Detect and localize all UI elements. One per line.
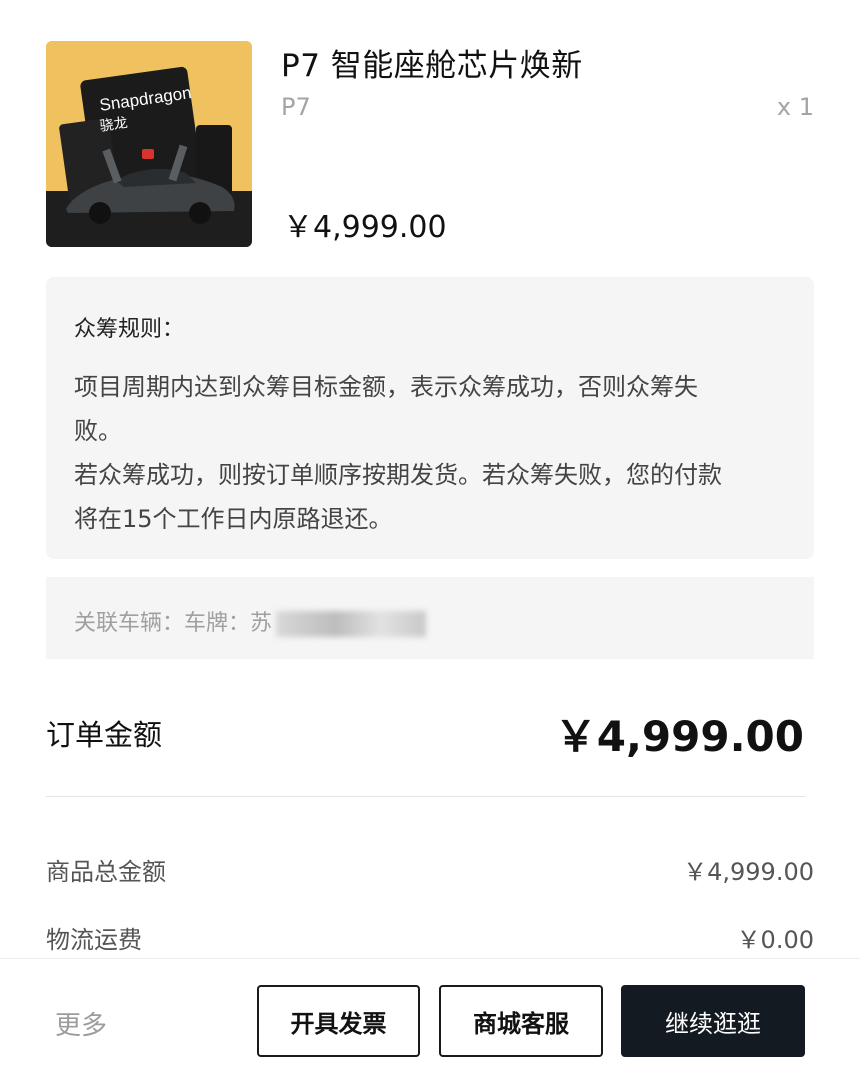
rules-title: 众筹规则：: [74, 317, 185, 342]
goods-total-value: ￥4,999.00: [683, 858, 814, 886]
product-title[interactable]: P7 智能座舱芯片焕新: [281, 40, 583, 85]
product-image[interactable]: Snapdragon 骁龙: [46, 41, 252, 247]
bottom-action-bar: 更多 开具发票 商城客服 继续逛逛: [0, 958, 860, 1070]
order-amount-value: ￥4,999.00: [554, 712, 804, 761]
order-detail-page: Snapdragon 骁龙 P7 智能座舱芯片焕新 P7 x 1 ￥4,999.…: [0, 0, 860, 1070]
plate-number-redacted: [276, 611, 427, 637]
continue-shopping-button[interactable]: 继续逛逛: [621, 985, 805, 1057]
customer-service-button[interactable]: 商城客服: [439, 985, 603, 1057]
goods-total-label: 商品总金额: [46, 858, 166, 886]
more-button[interactable]: 更多: [55, 1005, 107, 1042]
divider: [46, 796, 806, 797]
shipping-fee-label: 物流运费: [46, 926, 142, 954]
invoice-button[interactable]: 开具发票: [257, 985, 420, 1057]
crowdfunding-rules: 众筹规则： 项目周期内达到众筹目标金额，表示众筹成功，否则众筹失 败。 若众筹成…: [46, 277, 814, 559]
rules-line: 项目周期内达到众筹目标金额，表示众筹成功，否则众筹失: [74, 373, 698, 401]
rules-line: 若众筹成功，则按订单顺序按期发货。若众筹失败，您的付款: [74, 461, 722, 489]
order-amount-label: 订单金额: [46, 718, 163, 752]
product-variant: P7: [281, 93, 311, 121]
rules-line: 败。: [74, 417, 122, 445]
product-price: ￥4,999.00: [283, 210, 447, 245]
product-quantity: x 1: [776, 93, 814, 121]
shipping-fee-value: ￥0.00: [736, 926, 814, 954]
rules-line: 将在15个工作日内原路退还。: [74, 505, 393, 533]
linked-vehicle-label: 关联车辆：车牌：苏: [74, 611, 273, 636]
linked-vehicle: 关联车辆：车牌：苏: [46, 577, 814, 659]
